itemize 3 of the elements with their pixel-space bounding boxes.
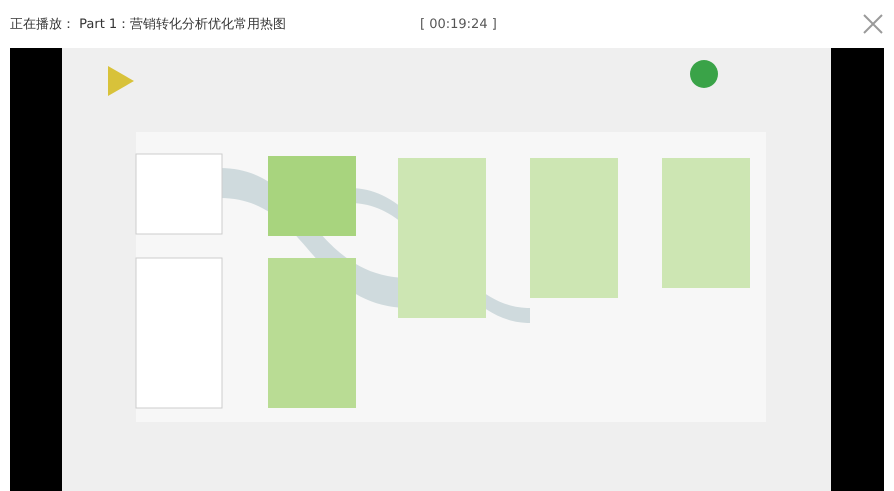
- video-title: 正在播放： Part 1：营销转化分析优化常用热图: [10, 16, 288, 33]
- close-icon[interactable]: [862, 13, 884, 35]
- timestamp: [ 00:19:24 ]: [420, 16, 497, 32]
